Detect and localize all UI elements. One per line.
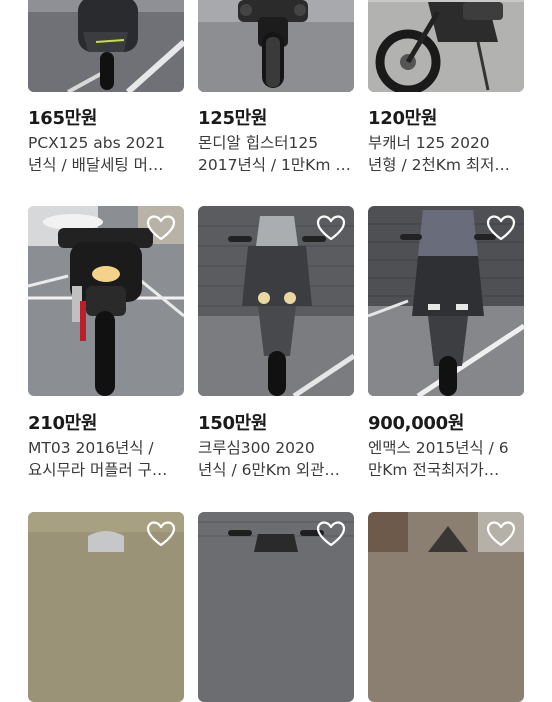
heart-icon[interactable] [486, 520, 516, 548]
listing-photo[interactable] [198, 206, 354, 396]
listing-photo[interactable] [28, 206, 184, 396]
cruiser-photo [368, 0, 524, 92]
listing-title[interactable]: 부캐너 125 2020 년형 / 2천Km 최저… [368, 132, 524, 176]
listing-photo[interactable] [198, 512, 354, 702]
listing-title[interactable]: 엔맥스 2015년식 / 6 만Km 전국최저가… [368, 437, 524, 481]
listing-title-line: 부캐너 125 2020 [368, 134, 490, 152]
listing-title-line: 년형 / 2천Km 최저… [368, 156, 510, 174]
listing-title-line: 년식 / 6만Km 외관… [198, 461, 340, 479]
listing-title[interactable]: PCX125 abs 2021 년식 / 배달세팅 머… [28, 132, 184, 176]
listing-price: 150만원 [198, 413, 268, 434]
heart-icon[interactable] [146, 214, 176, 242]
listing-title-line: 엔맥스 2015년식 / 6 [368, 439, 509, 457]
heart-icon[interactable] [146, 520, 176, 548]
heart-icon[interactable] [316, 520, 346, 548]
listing-price: 165만원 [28, 108, 98, 129]
listing-title-line: 2017년식 / 1만Km … [198, 156, 351, 174]
listing-photo[interactable] [28, 0, 184, 92]
listing-photo[interactable] [198, 0, 354, 92]
listing-photo[interactable] [368, 0, 524, 92]
listing-price: 210만원 [28, 413, 98, 434]
listing-photo[interactable] [368, 512, 524, 702]
listing-price: 900,000원 [368, 413, 465, 434]
heart-icon[interactable] [316, 214, 346, 242]
listing-title-line: 년식 / 배달세팅 머… [28, 156, 164, 174]
listing-title-line: MT03 2016년식 / [28, 439, 154, 457]
listing-photo[interactable] [28, 512, 184, 702]
listing-title[interactable]: 크루심300 2020 년식 / 6만Km 외관… [198, 437, 354, 481]
heart-icon[interactable] [486, 214, 516, 242]
listing-title[interactable]: MT03 2016년식 / 요시무라 머플러 구… [28, 437, 184, 481]
listing-title-line: 만Km 전국최저가… [368, 461, 500, 479]
listing-title[interactable]: 몬디알 힙스터125 2017년식 / 1만Km … [198, 132, 354, 176]
motorcycle-photo [198, 0, 354, 92]
listing-title-line: 크루심300 2020 [198, 439, 315, 457]
listing-title-line: 몬디알 힙스터125 [198, 134, 319, 152]
listing-photo[interactable] [368, 206, 524, 396]
listing-price: 120만원 [368, 108, 438, 129]
scooter-photo [28, 0, 184, 92]
listing-price: 125만원 [198, 108, 268, 129]
listing-title-line: 요시무라 머플러 구… [28, 461, 168, 479]
listing-title-line: PCX125 abs 2021 [28, 134, 166, 152]
